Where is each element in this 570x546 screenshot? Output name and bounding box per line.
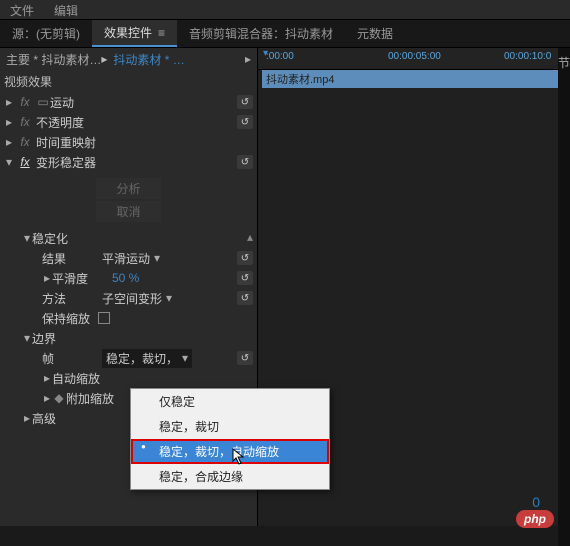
analyze-button: 分析 bbox=[96, 178, 160, 199]
dropdown-item-stabilize-crop-autoscale[interactable]: 稳定，裁切，自动缩放 bbox=[131, 439, 329, 464]
chevron-right-icon: ▸ bbox=[4, 95, 14, 109]
video-effects-label: 视频效果 bbox=[4, 73, 52, 90]
dropdown-item-stabilize-synthesize[interactable]: 稳定，合成边缘 bbox=[131, 464, 329, 489]
timeline-ruler[interactable]: ▾ :00:00 00:00:05:00 00:00:10:0 bbox=[258, 48, 570, 70]
clip-bar[interactable]: 抖动素材.mp4 bbox=[262, 70, 566, 88]
right-dock: 节 bbox=[558, 48, 570, 546]
tab-effects[interactable]: 效果控件≡ bbox=[92, 20, 177, 47]
effect-warp-stabilizer[interactable]: ▾ fx 变形稳定器 ↺ bbox=[0, 152, 257, 172]
chevron-right-icon[interactable]: ▸ bbox=[239, 52, 257, 66]
section-stabilize[interactable]: ▾ 稳定化 bbox=[0, 228, 257, 248]
preserve-scale-label: 保持缩放 bbox=[42, 310, 90, 327]
fx-badge-icon: fx bbox=[18, 155, 32, 169]
menubar: 文件 编辑 bbox=[0, 0, 570, 20]
menu-edit[interactable]: 编辑 bbox=[44, 0, 88, 19]
section-border[interactable]: ▾ 边界 bbox=[0, 328, 257, 348]
effect-time-remap[interactable]: ▸fx 时间重映射 bbox=[0, 132, 257, 152]
tab-audio-mixer[interactable]: 音频剪辑混合器：抖动素材 bbox=[177, 20, 345, 47]
tab-source[interactable]: 源：(无剪辑) bbox=[0, 20, 92, 47]
chevron-down-icon: ▾ bbox=[4, 155, 14, 169]
dropdown-item-stabilize-crop[interactable]: 稳定，裁切 bbox=[131, 414, 329, 439]
dropdown-item-stabilize-only[interactable]: 仅稳定 bbox=[131, 389, 329, 414]
method-dropdown[interactable]: 子空间变形 ▾ bbox=[102, 290, 172, 307]
result-dropdown[interactable]: 平滑运动 ▾ bbox=[102, 250, 160, 267]
watermark-logo: php bbox=[516, 510, 554, 528]
sequence-clip-label[interactable]: 抖动素材 * … bbox=[113, 51, 184, 68]
frame-label: 帧 bbox=[42, 350, 102, 367]
chevron-down-icon: ▾ bbox=[154, 251, 160, 265]
effect-motion[interactable]: ▸ fx ▭ 运动 ↺ bbox=[0, 92, 257, 112]
panel-tabs: 源：(无剪辑) 效果控件≡ 音频剪辑混合器：抖动素材 元数据 bbox=[0, 20, 570, 48]
preserve-scale-checkbox[interactable] bbox=[98, 312, 110, 324]
transform-icon: ▭ bbox=[36, 95, 50, 109]
additional-scale-label: 附加缩放 bbox=[66, 390, 126, 407]
cancel-button: 取消 bbox=[96, 201, 160, 222]
smoothness-value[interactable]: 50 % bbox=[112, 271, 139, 285]
smoothness-label: 平滑度 bbox=[52, 270, 112, 287]
tab-metadata[interactable]: 元数据 bbox=[345, 20, 405, 47]
effect-opacity[interactable]: ▸fx 不透明度 ↺ bbox=[0, 112, 257, 132]
frame-dropdown-menu: 仅稳定 稳定，裁切 稳定，裁切，自动缩放 稳定，合成边缘 bbox=[130, 388, 330, 490]
frame-dropdown[interactable]: 稳定，裁切， ▾ bbox=[102, 349, 192, 368]
keyframe-icon[interactable]: ◆ bbox=[52, 391, 66, 405]
menu-icon[interactable]: ≡ bbox=[158, 26, 165, 40]
menu-file[interactable]: 文件 bbox=[0, 0, 44, 19]
scroll-up-icon[interactable]: ▴ bbox=[247, 230, 253, 244]
method-label: 方法 bbox=[42, 290, 102, 307]
corner-value: 0 bbox=[532, 494, 540, 510]
master-clip-label: 主要 * 抖动素材… bbox=[0, 51, 101, 68]
autoscale-label: 自动缩放 bbox=[52, 370, 112, 387]
chevron-down-icon: ▾ bbox=[166, 291, 172, 305]
reset-icon[interactable]: ↺ bbox=[237, 95, 253, 109]
result-label: 结果 bbox=[42, 250, 102, 267]
chevron-right-icon[interactable]: ▸ bbox=[101, 52, 107, 66]
reset-icon[interactable]: ↺ bbox=[237, 115, 253, 129]
chevron-down-icon: ▾ bbox=[182, 351, 188, 365]
fx-badge-icon: fx bbox=[18, 95, 32, 109]
